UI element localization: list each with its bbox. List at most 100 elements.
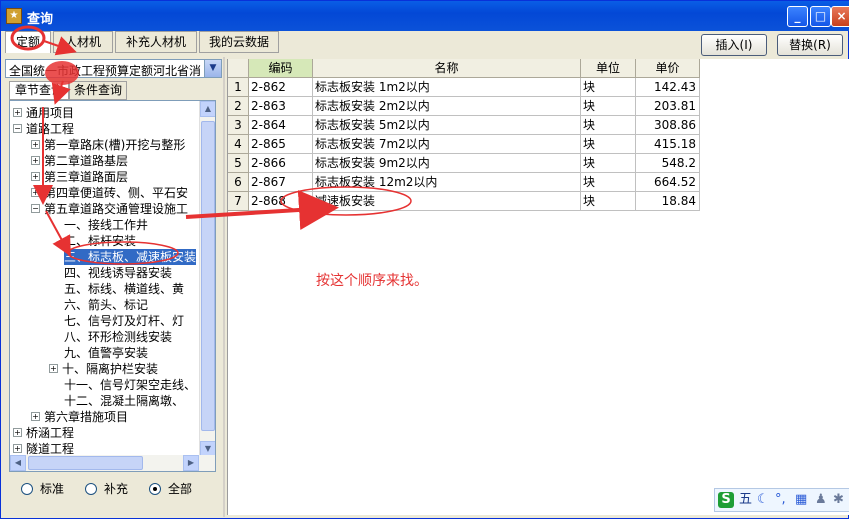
maximize-button[interactable]: □ [810,6,831,27]
minimize-button[interactable]: _ [787,6,808,27]
replace-button[interactable]: 替换(R) [777,34,843,56]
row-number[interactable]: 4 [228,135,249,154]
table-cell-name[interactable]: 标志板安装 5m2以内 [313,116,581,135]
tree-node[interactable]: 第四章便道砖、侧、平石安 [44,185,188,201]
radio-standard[interactable] [21,483,33,495]
radio-supplement[interactable] [85,483,97,495]
table-cell-unit[interactable]: 块 [581,154,636,173]
expand-icon[interactable]: + [31,156,40,165]
table-cell-name[interactable]: 标志板安装 1m2以内 [313,78,581,97]
table-cell-name[interactable]: 标志板安装 12m2以内 [313,173,581,192]
collapse-icon[interactable]: − [31,204,40,213]
table-cell-price[interactable]: 142.43 [636,78,700,97]
moon-icon[interactable]: ☾ [757,492,769,508]
table-cell-code[interactable]: 2-865 [249,135,313,154]
tree-node[interactable]: 七、信号灯及灯杆、灯 [64,313,184,329]
table-cell-unit[interactable]: 块 [581,116,636,135]
horizontal-scroll-thumb[interactable] [28,456,143,470]
expand-icon[interactable]: + [13,428,22,437]
expand-icon[interactable]: + [13,108,22,117]
tree-node[interactable]: 第二章道路基层 [44,153,128,169]
table-cell-unit[interactable]: 块 [581,135,636,154]
radio-all[interactable] [149,483,161,495]
row-number[interactable]: 2 [228,97,249,116]
tree-node[interactable]: 九、值警亭安装 [64,345,148,361]
scroll-right-icon[interactable]: ▶ [183,455,199,471]
tree-node[interactable]: 第一章路床(槽)开挖与整形 [44,137,185,153]
table-cell-name[interactable]: 标志板安装 2m2以内 [313,97,581,116]
tab-supplementary-lmm[interactable]: 补充人材机 [115,31,197,53]
tree-node[interactable]: 第六章措施项目 [44,409,128,425]
expand-icon[interactable]: + [31,140,40,149]
close-button[interactable]: × [831,6,849,27]
table-cell-name[interactable]: 标志板安装 9m2以内 [313,154,581,173]
chevron-down-icon[interactable]: ▼ [204,60,221,77]
expand-icon[interactable]: + [31,172,40,181]
tree-node[interactable]: 道路工程 [26,121,74,137]
keyboard-icon[interactable]: ▦ [795,492,807,508]
row-number[interactable]: 7 [228,192,249,211]
tab-my-cloud-data[interactable]: 我的云数据 [199,31,279,53]
table-cell-unit[interactable]: 块 [581,78,636,97]
table-cell-price[interactable]: 203.81 [636,97,700,116]
tree-node[interactable]: 四、视线诱导器安装 [64,265,172,281]
table-cell-unit[interactable]: 块 [581,173,636,192]
tree-node[interactable]: 第三章道路面层 [44,169,128,185]
column-header-unit[interactable]: 单位 [581,59,636,78]
table-cell-unit[interactable]: 块 [581,97,636,116]
tree-node[interactable]: 十一、信号灯架空走线、 [64,377,196,393]
tab-quota[interactable]: 定额 [5,31,51,53]
scroll-left-icon[interactable]: ◀ [10,455,26,471]
tree-node[interactable]: 一、接线工作井 [64,217,148,233]
scroll-up-icon[interactable]: ▲ [200,101,215,117]
collapse-icon[interactable]: − [13,124,22,133]
table-cell-price[interactable]: 664.52 [636,173,700,192]
table-cell-price[interactable]: 415.18 [636,135,700,154]
ime-mode[interactable]: 五 [739,492,752,508]
expand-icon[interactable]: + [49,364,58,373]
tab-chapter-query[interactable]: 章节查询 [9,81,69,100]
table-cell-price[interactable]: 548.2 [636,154,700,173]
table-cell-unit[interactable]: 块 [581,192,636,211]
expand-icon[interactable]: + [13,444,22,453]
ime-logo-icon[interactable]: S [718,492,734,508]
table-cell-code[interactable]: 2-866 [249,154,313,173]
tab-condition-query[interactable]: 条件查询 [69,81,127,100]
row-number[interactable]: 6 [228,173,249,192]
tree-node[interactable]: 八、环形检测线安装 [64,329,172,345]
panel-splitter[interactable] [223,57,225,517]
table-cell-price[interactable]: 18.84 [636,192,700,211]
tree-node[interactable]: 三、标志板、减速板安装 [64,249,197,265]
expand-icon[interactable]: + [31,412,40,421]
tree-horizontal-scrollbar[interactable]: ◀ ▶ [10,455,215,471]
tree-node[interactable]: 二、标杆安装 [64,233,136,249]
scroll-thumb[interactable] [201,121,215,431]
tab-labor-material-machine[interactable]: 人材机 [53,31,113,53]
tree-node[interactable]: 十、隔离护栏安装 [62,361,158,377]
table-cell-code[interactable]: 2-863 [249,97,313,116]
menu-icon[interactable]: ✱ [833,492,844,508]
column-header-price[interactable]: 单价 [636,59,700,78]
insert-button[interactable]: 插入(I) [701,34,767,56]
ime-toolbar[interactable]: S 五 ☾ °, ▦ ♟ ✱ [714,488,849,512]
tree-node[interactable]: 桥涵工程 [26,425,74,441]
table-cell-name[interactable]: 减速板安装 [313,192,581,211]
table-cell-code[interactable]: 2-862 [249,78,313,97]
table-cell-name[interactable]: 标志板安装 7m2以内 [313,135,581,154]
row-number[interactable]: 3 [228,116,249,135]
table-cell-code[interactable]: 2-868 [249,192,313,211]
tree-vertical-scrollbar[interactable]: ▲ ▼ [199,101,215,457]
column-header-name[interactable]: 名称 [313,59,581,78]
quota-library-select[interactable]: 全国统一市政工程预算定额河北省消 ▼ [5,59,222,78]
table-cell-price[interactable]: 308.86 [636,116,700,135]
title-bar[interactable]: ★ 查询 _ □ × [1,1,849,31]
tree-node[interactable]: 五、标线、横道线、黄 [64,281,184,297]
tree-node[interactable]: 第五章道路交通管理设施工 [44,201,188,217]
user-icon[interactable]: ♟ [815,492,827,508]
column-header-code[interactable]: 编码 [249,59,313,78]
table-cell-code[interactable]: 2-867 [249,173,313,192]
punctuation-icon[interactable]: °, [775,492,786,508]
tree-node[interactable]: 六、箭头、标记 [64,297,148,313]
tree-node[interactable]: 通用项目 [26,105,74,121]
table-cell-code[interactable]: 2-864 [249,116,313,135]
